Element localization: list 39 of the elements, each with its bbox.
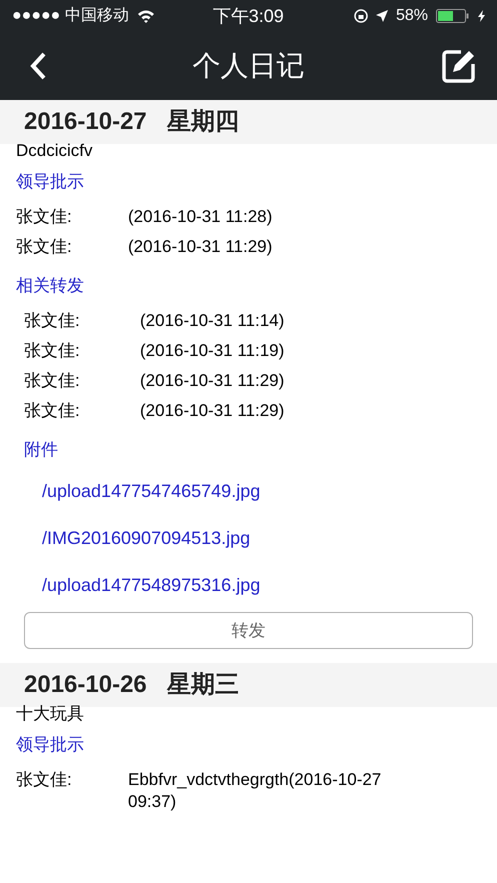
forward-button[interactable]: 转发 <box>24 612 473 649</box>
person-name: 张文佳: <box>24 400 81 422</box>
person-name: 张文佳: <box>24 340 81 362</box>
person-name: 张文佳: <box>24 370 81 392</box>
person-name: 张文佳: <box>16 236 73 258</box>
page-title: 个人日记 <box>192 49 304 83</box>
battery-text: 58% <box>396 6 428 26</box>
attachment-link[interactable]: /upload1477547465749.jpg <box>42 480 260 503</box>
weekday-text: 星期三 <box>166 670 239 700</box>
wifi-icon <box>136 9 155 23</box>
person-name: 张文佳: <box>24 310 81 332</box>
comment-text: (2016-10-31 11:28) <box>128 206 274 228</box>
edit-icon <box>441 48 477 84</box>
carrier-text: ●●●●● 中国移动 <box>12 6 129 26</box>
charging-icon <box>478 10 485 22</box>
section-heading: 相关转发 <box>15 275 85 297</box>
comment-text: (2016-10-31 11:29) <box>128 236 274 258</box>
entry-content: 十大玩具 <box>15 703 85 725</box>
comment-text: Ebbfvr_vdctvthegrgth(2016-10-27 09:37) <box>128 769 382 813</box>
person-name: 张文佳: <box>16 206 73 228</box>
weekday-text: 星期四 <box>166 107 239 137</box>
person-name: 张文佳: <box>16 769 73 791</box>
entry-content: Dcdcicicfv <box>15 140 94 162</box>
location-arrow-icon <box>376 10 388 22</box>
date-text: 2016-10-27 <box>24 107 147 137</box>
section-heading: 附件 <box>23 439 59 461</box>
comment-text: (2016-10-31 11:29) <box>140 370 286 392</box>
comment-text: (2016-10-31 11:14) <box>140 310 286 332</box>
date-text: 2016-10-26 <box>24 670 147 700</box>
comment-text: (2016-10-31 11:19) <box>140 340 286 362</box>
section-heading: 领导批示 <box>15 171 85 193</box>
section-heading: 领导批示 <box>15 734 85 756</box>
battery-icon <box>436 9 470 23</box>
comment-text: (2016-10-31 11:29) <box>140 400 286 422</box>
attachment-link[interactable]: /IMG20160907094513.jpg <box>42 527 250 550</box>
time-text: 下午3:09 <box>212 4 284 28</box>
attachment-link[interactable]: /upload1477548975316.jpg <box>42 574 260 597</box>
back-icon <box>29 51 47 81</box>
rotation-lock-icon <box>354 9 368 23</box>
